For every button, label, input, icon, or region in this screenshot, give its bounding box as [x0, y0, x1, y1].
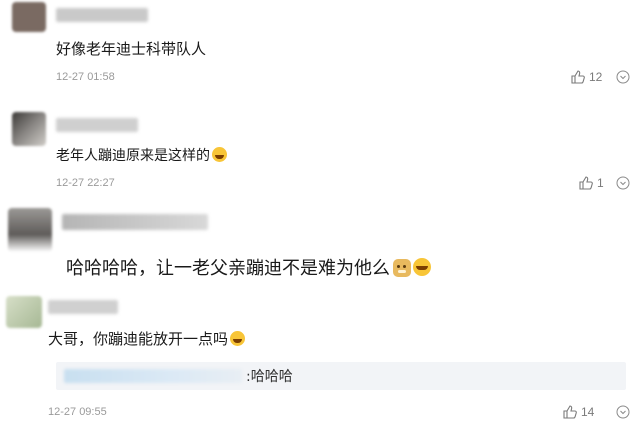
like-count: 1 [597, 176, 604, 190]
thumbs-up-icon [563, 405, 577, 419]
blurred-reply-author [64, 369, 242, 383]
thumbs-up-icon [571, 70, 585, 84]
avatar[interactable] [6, 296, 42, 328]
like-button[interactable]: 14 [563, 405, 594, 419]
chevron-down-icon[interactable] [616, 176, 630, 190]
blurred-username[interactable] [62, 214, 208, 230]
doge-emoji-icon [393, 259, 411, 277]
reply-text: :哈哈哈 [246, 369, 293, 385]
chevron-down-icon[interactable] [616, 405, 630, 419]
blurred-username[interactable] [56, 118, 138, 132]
comment-time: 12-27 01:58 [56, 71, 115, 83]
comment-time: 12-27 22:27 [56, 177, 115, 189]
laugh-emoji-icon [230, 331, 246, 346]
comment-text: 大哥，你蹦迪能放开一点吗 [48, 328, 246, 349]
like-count: 12 [589, 70, 603, 84]
blurred-username[interactable] [56, 8, 148, 22]
reply-preview[interactable]: :哈哈哈 [56, 362, 626, 390]
comment-text: 好像老年迪士科带队人 [56, 40, 207, 58]
comment-text: 哈哈哈哈，让一老父亲蹦迪不是难为他么 [66, 254, 431, 280]
avatar[interactable] [8, 208, 52, 252]
comment-time: 12-27 09:55 [48, 406, 107, 418]
like-button[interactable]: 12 [571, 70, 602, 84]
laugh-emoji-icon [212, 147, 227, 162]
like-button[interactable]: 1 [579, 176, 604, 190]
chevron-down-icon[interactable] [616, 70, 630, 84]
avatar[interactable] [12, 2, 46, 32]
thumbs-up-icon [579, 176, 593, 190]
avatar[interactable] [12, 112, 46, 146]
blurred-username[interactable] [48, 300, 118, 314]
comment-text: 老年人蹦迪原来是这样的 [56, 145, 227, 165]
like-count: 14 [581, 405, 595, 419]
laugh-emoji-icon [413, 258, 431, 276]
